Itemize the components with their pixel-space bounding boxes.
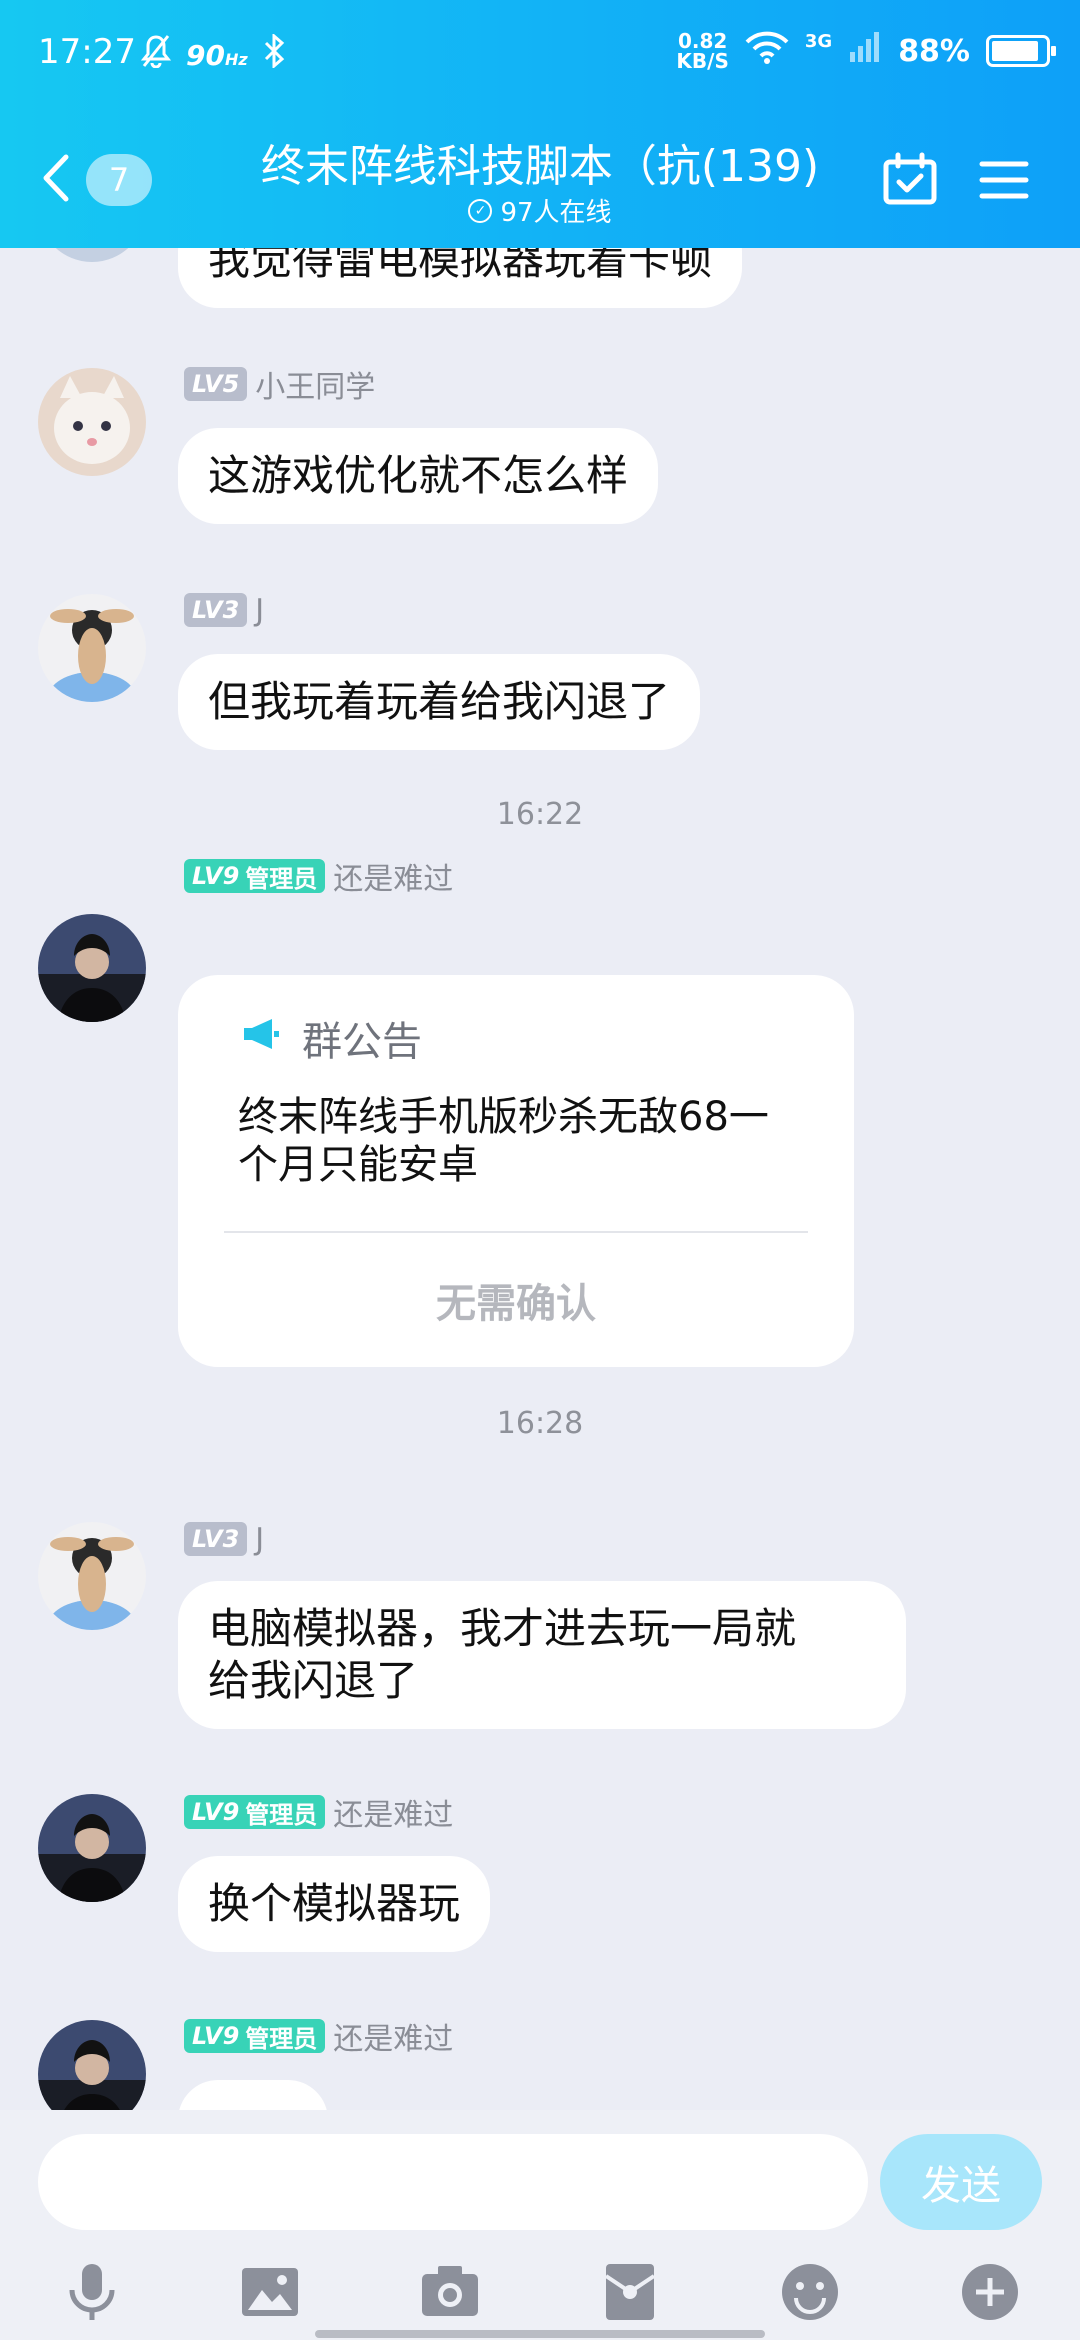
input-toolbar [0, 2260, 1080, 2330]
avatar[interactable] [38, 1794, 146, 1902]
network-speed: 0.82 KB/S [676, 29, 729, 73]
message-list[interactable]: 我觉得雷电模拟器玩着卡顿 LV5 小王同学 这游戏优化就不怎么样 LV3 J 但… [0, 248, 1080, 2110]
image-icon[interactable] [238, 2260, 302, 2324]
no-confirm-label: 无需确认 [436, 1281, 596, 1327]
admin-level-badge: LV9 管理员 [184, 859, 326, 893]
calendar-checkin-button[interactable] [880, 150, 940, 210]
sender-name[interactable]: J [255, 593, 264, 628]
level-badge: LV3 [184, 593, 248, 627]
level-badge: LV5 [184, 367, 248, 401]
timestamp-separator: 16:22 [496, 797, 584, 832]
red-packet-icon[interactable] [598, 2260, 662, 2324]
battery-percent: 88% [898, 33, 970, 69]
microphone-icon[interactable] [60, 2260, 124, 2324]
avatar[interactable] [38, 368, 146, 476]
back-button[interactable]: 7 [38, 148, 158, 212]
send-button[interactable]: 发送 [880, 2134, 1042, 2230]
input-bar: 发送 [0, 2110, 1080, 2340]
sender-name[interactable]: 小王同学 [255, 362, 375, 406]
avatar[interactable] [38, 248, 146, 262]
sender-name[interactable]: J [255, 1522, 264, 1557]
megaphone-icon [242, 1015, 280, 1061]
message-bubble[interactable]: 我觉得雷电模拟器玩着卡顿 [178, 248, 743, 308]
group-notice-card[interactable]: 群公告 终末阵线手机版秒杀无敌68一 个月只能安卓 无需确认 [178, 975, 854, 1367]
status-bar: 17:27 90Hz 0.82 KB/S 3G 88% [0, 0, 1080, 110]
sender-name[interactable]: 还是难过 [333, 854, 453, 898]
signal-icon [848, 30, 882, 72]
notice-body: 终末阵线手机版秒杀无敌68一 个月只能安卓 [238, 1094, 769, 1188]
message-bubble[interactable]: 换个模拟器玩 [178, 1856, 491, 1952]
timestamp-separator: 16:28 [496, 1406, 584, 1441]
wifi-icon [745, 30, 789, 72]
sender-name[interactable]: 还是难过 [333, 1790, 453, 1834]
message-bubble[interactable] [178, 2080, 328, 2110]
calendar-check-icon [880, 152, 940, 214]
home-indicator[interactable] [315, 2330, 765, 2338]
avatar[interactable] [38, 594, 146, 702]
bluetooth-icon [262, 32, 286, 76]
emoji-icon[interactable] [778, 2260, 842, 2324]
check-circle-icon: ✓ [468, 198, 493, 223]
mute-bell-icon [140, 34, 172, 76]
notice-title: 群公告 [302, 1019, 422, 1065]
unread-count-badge: 7 [86, 154, 152, 206]
battery-icon [986, 35, 1056, 67]
admin-level-badge: LV9 管理员 [184, 1795, 326, 1829]
menu-button[interactable] [974, 150, 1034, 210]
avatar[interactable] [38, 1522, 146, 1630]
sender-name[interactable]: 还是难过 [333, 2014, 453, 2058]
online-count: ✓ 97人在线 [340, 192, 740, 229]
level-badge: LV3 [184, 1522, 248, 1556]
admin-level-badge: LV9 管理员 [184, 2019, 326, 2053]
message-input[interactable] [38, 2134, 868, 2230]
camera-icon[interactable] [418, 2260, 482, 2324]
avatar[interactable] [38, 914, 146, 1022]
divider [224, 1231, 808, 1233]
chat-header: 17:27 90Hz 0.82 KB/S 3G 88% 7 终末阵线科技脚本（抗… [0, 0, 1080, 248]
message-bubble[interactable]: 但我玩着玩着给我闪退了 [178, 654, 701, 750]
message-bubble[interactable]: 电脑模拟器，我才进去玩一局就 给我闪退了 [178, 1581, 906, 1729]
message-bubble[interactable]: 这游戏优化就不怎么样 [178, 428, 659, 524]
menu-icon [974, 161, 1034, 214]
avatar[interactable] [38, 2020, 146, 2110]
network-type: 3G [804, 30, 833, 52]
chevron-left-icon [38, 153, 72, 207]
refresh-rate: 90Hz [186, 38, 248, 72]
chat-title[interactable]: 终末阵线科技脚本（抗(139) [220, 130, 860, 194]
status-time: 17:27 [38, 32, 136, 72]
plus-icon[interactable] [958, 2260, 1022, 2324]
